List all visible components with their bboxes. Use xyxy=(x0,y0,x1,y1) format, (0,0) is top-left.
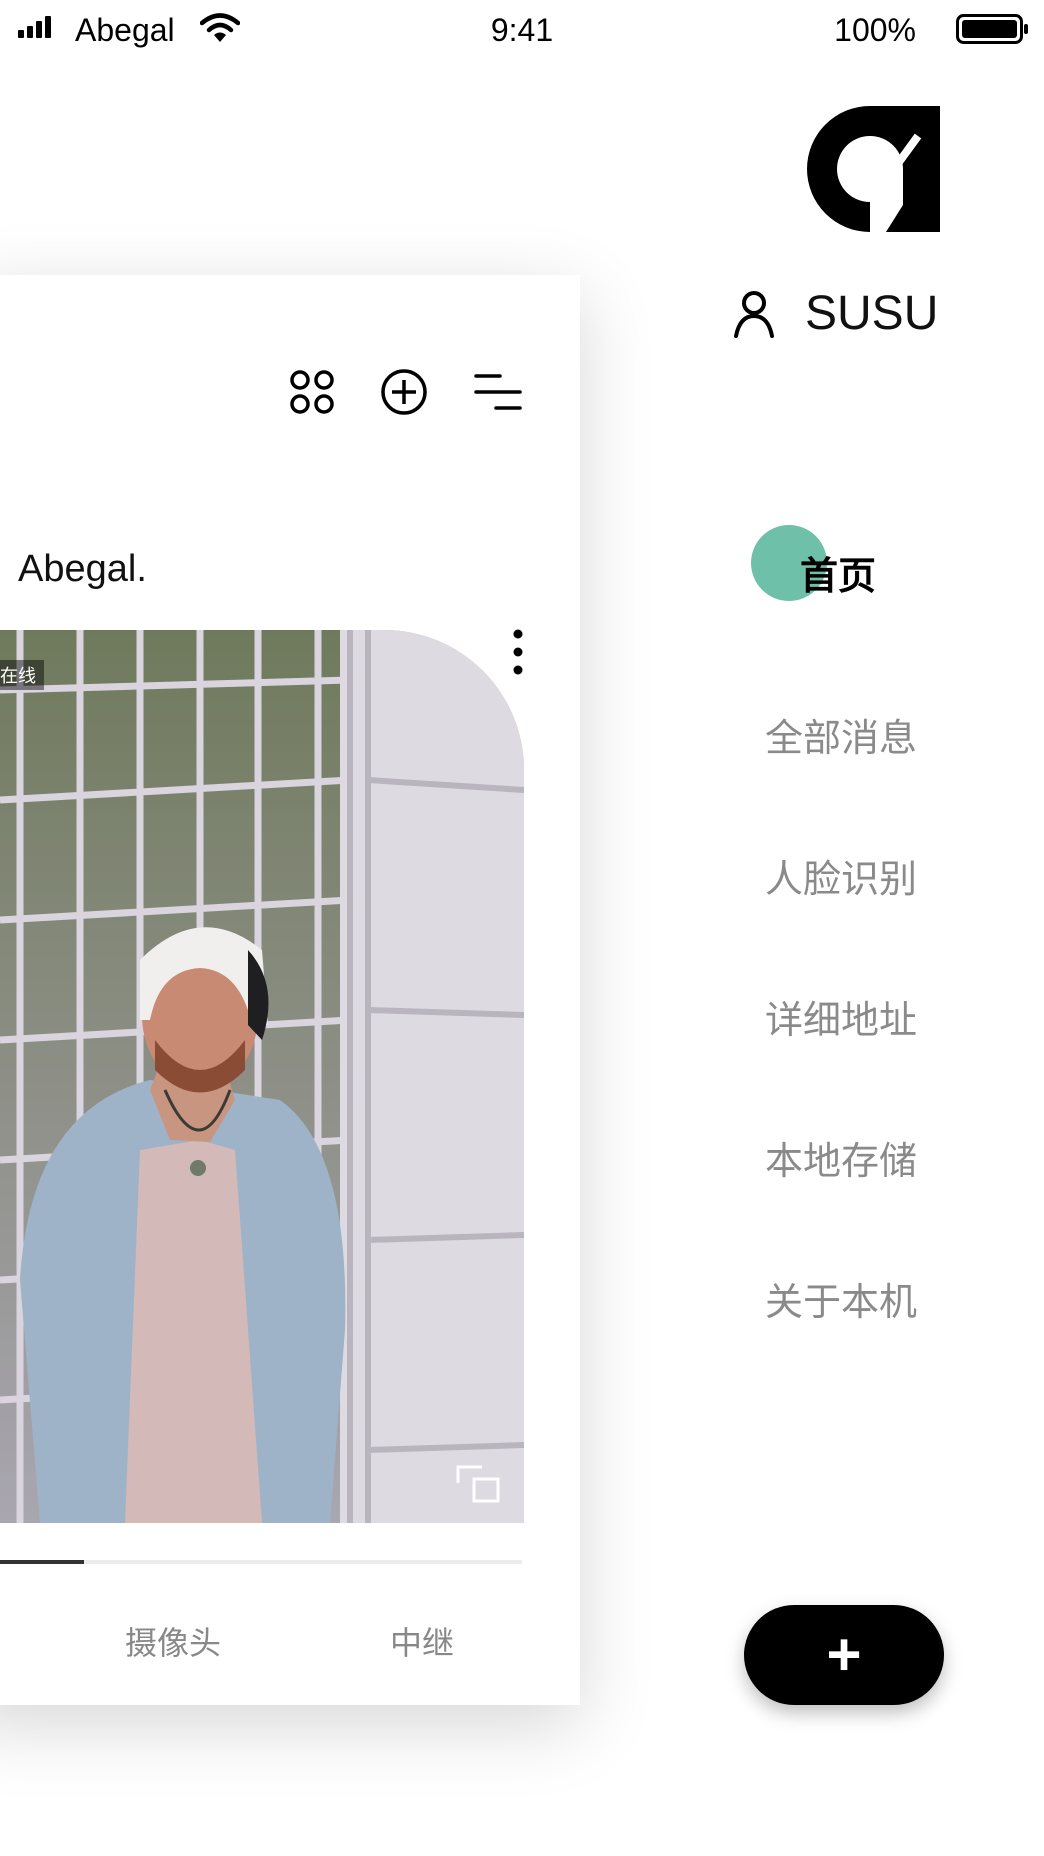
camera-preview-image xyxy=(0,630,524,1523)
menu-item-about-device[interactable]: 关于本机 xyxy=(765,1271,917,1326)
menu-item-face-recognition[interactable]: 人脸识别 xyxy=(765,848,917,903)
tab-relay[interactable]: 中继 xyxy=(390,1618,454,1664)
online-status-badge: 在线 xyxy=(0,660,44,690)
menu-item-home[interactable]: 首页 xyxy=(800,545,876,600)
battery-percentage: 100% xyxy=(834,12,916,48)
plus-icon: + xyxy=(826,1621,862,1688)
expand-icon[interactable] xyxy=(456,1465,502,1505)
username: SUSU xyxy=(805,287,939,340)
user-icon xyxy=(734,291,774,338)
tab-camera[interactable]: 摄像头 xyxy=(125,1618,221,1664)
menu-item-local-storage[interactable]: 本地存储 xyxy=(765,1130,917,1185)
carousel-progress-fill xyxy=(0,1560,84,1564)
camera-preview[interactable] xyxy=(0,630,524,1523)
menu-item-address[interactable]: 详细地址 xyxy=(765,989,917,1044)
owner-name: Abegal. xyxy=(18,548,147,590)
filter-icon[interactable] xyxy=(474,368,522,416)
status-bar: Abegal 9:41 100% xyxy=(0,0,1044,62)
add-device-button[interactable]: + xyxy=(744,1605,944,1705)
add-circle-icon[interactable] xyxy=(380,368,428,416)
brand-logo-icon xyxy=(807,106,940,232)
battery-icon xyxy=(956,14,1028,44)
menu-item-all-messages[interactable]: 全部消息 xyxy=(765,707,917,762)
carousel-progress-track xyxy=(0,1560,522,1564)
grid-icon[interactable] xyxy=(288,368,336,416)
more-vertical-icon[interactable] xyxy=(508,628,528,676)
